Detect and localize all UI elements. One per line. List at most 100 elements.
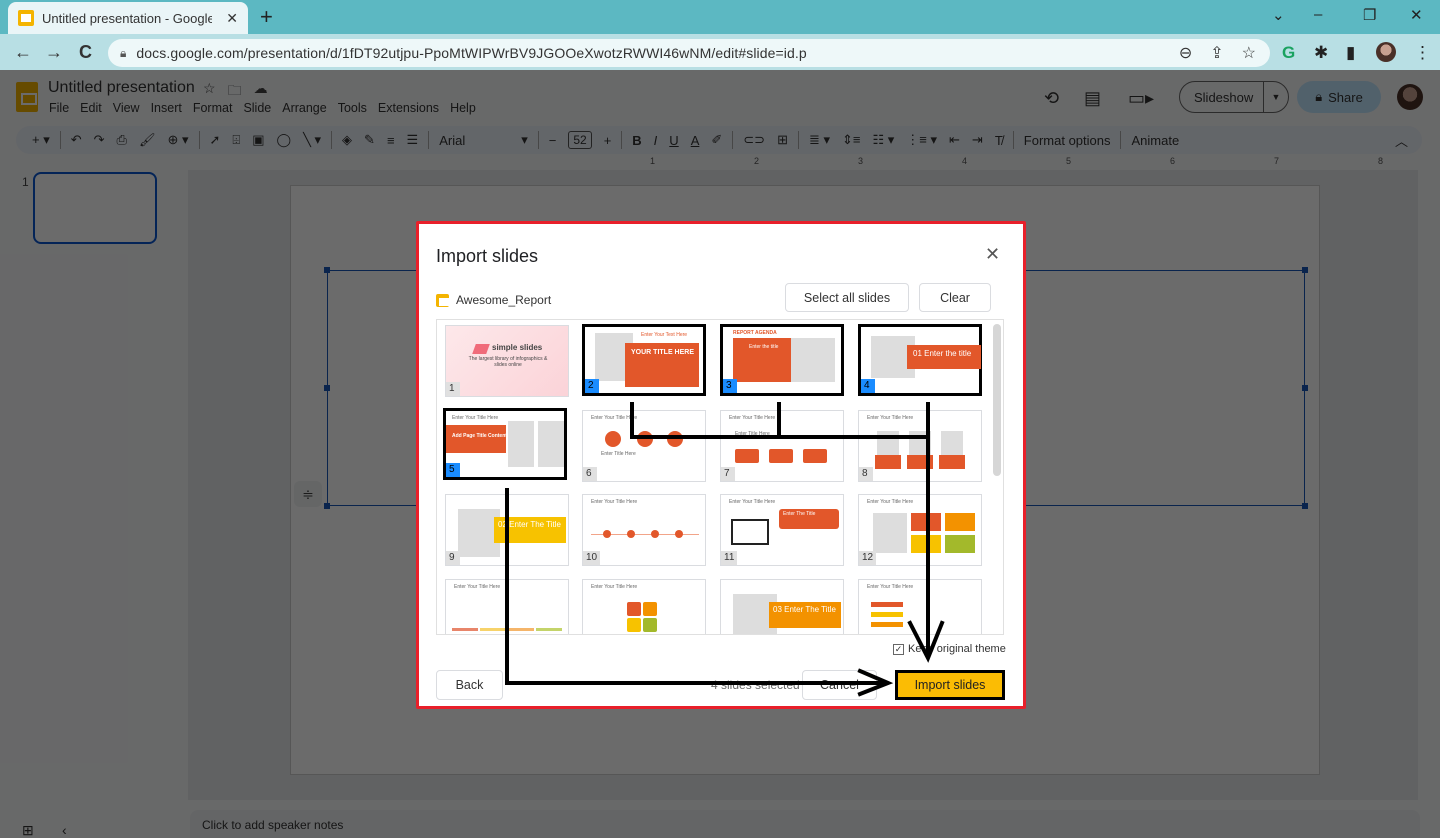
slide-option-8[interactable]: Enter Your Title Here 8: [858, 410, 982, 482]
slide-picker-grid: simple slides The largest library of inf…: [436, 319, 1004, 635]
image-placeholder: [941, 431, 963, 455]
slide-subtitle: Enter Your Title Here: [452, 415, 499, 421]
slide-option-6[interactable]: Enter Your Title Here Enter Title Here 6: [582, 410, 706, 482]
slide-number-badge: 6: [583, 467, 597, 481]
extensions-puzzle-icon[interactable]: ✱: [1314, 43, 1328, 63]
slide-option-16[interactable]: Enter Your Title Here: [858, 579, 982, 634]
globe-icon: [667, 431, 683, 447]
slide-title: 03 Enter The Title: [773, 605, 836, 614]
timeline-dot: [603, 530, 611, 538]
image-placeholder: [873, 513, 907, 553]
grammarly-extension-icon[interactable]: G: [1282, 43, 1295, 63]
slide-subtitle: Enter the title: [749, 344, 779, 350]
slide-number-badge: 7: [721, 467, 735, 481]
slide-title: simple slides: [492, 343, 543, 352]
chart-icon: [637, 431, 653, 447]
box-orange: [945, 513, 975, 531]
cancel-button[interactable]: Cancel: [802, 670, 877, 700]
label-b: [907, 455, 933, 469]
forward-button[interactable]: →: [45, 42, 63, 63]
slide-title: Enter Your Title Here: [867, 584, 914, 590]
import-slides-button[interactable]: Import slides: [895, 670, 1005, 700]
slide-option-4[interactable]: 01 Enter the title 4: [858, 324, 982, 396]
browser-menu-icon[interactable]: ⋮: [1414, 43, 1431, 63]
label-a: [875, 455, 901, 469]
import-slides-dialog: Import slides ✕ Awesome_Report Select al…: [416, 221, 1026, 709]
color-bar: [536, 628, 562, 631]
slide-option-14[interactable]: Enter Your Title Here: [582, 579, 706, 634]
side-panel-icon[interactable]: ▮: [1346, 43, 1355, 63]
color-bar: [480, 628, 506, 631]
reload-button[interactable]: C: [79, 42, 92, 63]
url-bar[interactable]: 🔒︎ docs.google.com/presentation/d/1fDT92…: [108, 39, 1270, 67]
clipboard-icon: [627, 602, 641, 616]
slide-number-badge: 10: [583, 551, 601, 565]
new-tab-button[interactable]: +: [260, 4, 273, 30]
image-placeholder: [909, 431, 931, 455]
bike-icon: [735, 449, 759, 463]
image-placeholder: [538, 421, 564, 467]
list-bar: [871, 622, 903, 627]
slide-option-3[interactable]: REPORT AGENDA Enter the title 3: [720, 324, 844, 396]
list-bar: [871, 612, 903, 617]
checkbox-checked-icon[interactable]: ✓: [893, 643, 904, 655]
back-button[interactable]: ←: [14, 42, 32, 63]
slide-option-13[interactable]: Enter Your Title Here: [445, 579, 569, 634]
slide-subtitle: Enter Title Here: [601, 451, 636, 457]
browser-tab[interactable]: Untitled presentation - Google Sl ✕: [8, 2, 248, 34]
slide-title: Enter Your Title Here: [591, 499, 638, 505]
document-icon: [627, 618, 641, 632]
slide-title: Enter Your Title Here: [591, 415, 638, 421]
list-bar: [871, 602, 903, 607]
slide-subtitle: Enter Title Here: [735, 431, 770, 437]
image-placeholder: [508, 421, 534, 467]
slide-option-15[interactable]: 03 Enter The Title: [720, 579, 844, 634]
slide-option-12[interactable]: Enter Your Title Here 12: [858, 494, 982, 566]
zoom-out-icon[interactable]: ⊖: [1179, 43, 1192, 63]
slide-number-badge: 2: [585, 379, 599, 393]
share-page-icon[interactable]: ⇪: [1210, 43, 1223, 63]
tab-search-icon[interactable]: ⌄: [1272, 6, 1285, 24]
slide-option-1[interactable]: simple slides The largest library of inf…: [445, 325, 569, 397]
close-tab-icon[interactable]: ✕: [226, 10, 238, 27]
close-dialog-icon[interactable]: ✕: [985, 244, 1000, 265]
bookmark-star-icon[interactable]: ☆: [1242, 43, 1256, 63]
grid-scrollbar[interactable]: [993, 324, 1001, 476]
globe-icon: [769, 449, 793, 463]
slide-option-5[interactable]: Enter Your Title Here Add Page Title Con…: [443, 408, 567, 480]
slide-option-7[interactable]: Enter Your Title Here Enter Title Here 7: [720, 410, 844, 482]
slide-option-11[interactable]: Enter Your Title Here Enter The Title 11: [720, 494, 844, 566]
title-block: [446, 425, 506, 453]
slide-number-badge: 12: [859, 551, 877, 565]
slide-subtitle: Enter Your Text Here: [641, 332, 688, 338]
dialog-title: Import slides: [436, 246, 539, 266]
slide-number-badge: 11: [721, 551, 738, 565]
slide-title: YOUR TITLE HERE: [631, 349, 695, 356]
maximize-button[interactable]: ❐: [1363, 6, 1376, 24]
box-red: [911, 513, 941, 531]
url-text: docs.google.com/presentation/d/1fDT92utj…: [136, 45, 807, 61]
timeline-dot: [627, 530, 635, 538]
slides-favicon-icon: [18, 10, 34, 26]
keep-original-theme-checkbox[interactable]: ✓ Keep original theme: [893, 643, 1006, 655]
timeline-dot: [651, 530, 659, 538]
slide-option-9[interactable]: 02 Enter The Title 9: [445, 494, 569, 566]
slide-number-badge: 5: [446, 463, 460, 477]
close-window-button[interactable]: ✕: [1410, 6, 1423, 24]
select-all-slides-button[interactable]: Select all slides: [785, 283, 909, 312]
slide-number-badge: 3: [723, 379, 737, 393]
profile-avatar[interactable]: [1376, 42, 1396, 62]
slide-subtitle: Enter The Title: [783, 511, 816, 517]
slide-title: Enter Your Title Here: [454, 584, 501, 590]
back-button[interactable]: Back: [436, 670, 503, 700]
minimize-button[interactable]: –: [1314, 6, 1322, 23]
simple-slides-logo-icon: [472, 344, 490, 354]
selected-count: 4 slides selected: [711, 678, 800, 692]
image-placeholder: [877, 431, 899, 455]
clear-selection-button[interactable]: Clear: [919, 283, 991, 312]
color-bar: [452, 628, 478, 631]
slide-number-badge: 4: [861, 379, 875, 393]
slide-option-10[interactable]: Enter Your Title Here 10: [582, 494, 706, 566]
slide-option-2[interactable]: Enter Your Text Here YOUR TITLE HERE 2: [582, 324, 706, 396]
box-green: [945, 535, 975, 553]
